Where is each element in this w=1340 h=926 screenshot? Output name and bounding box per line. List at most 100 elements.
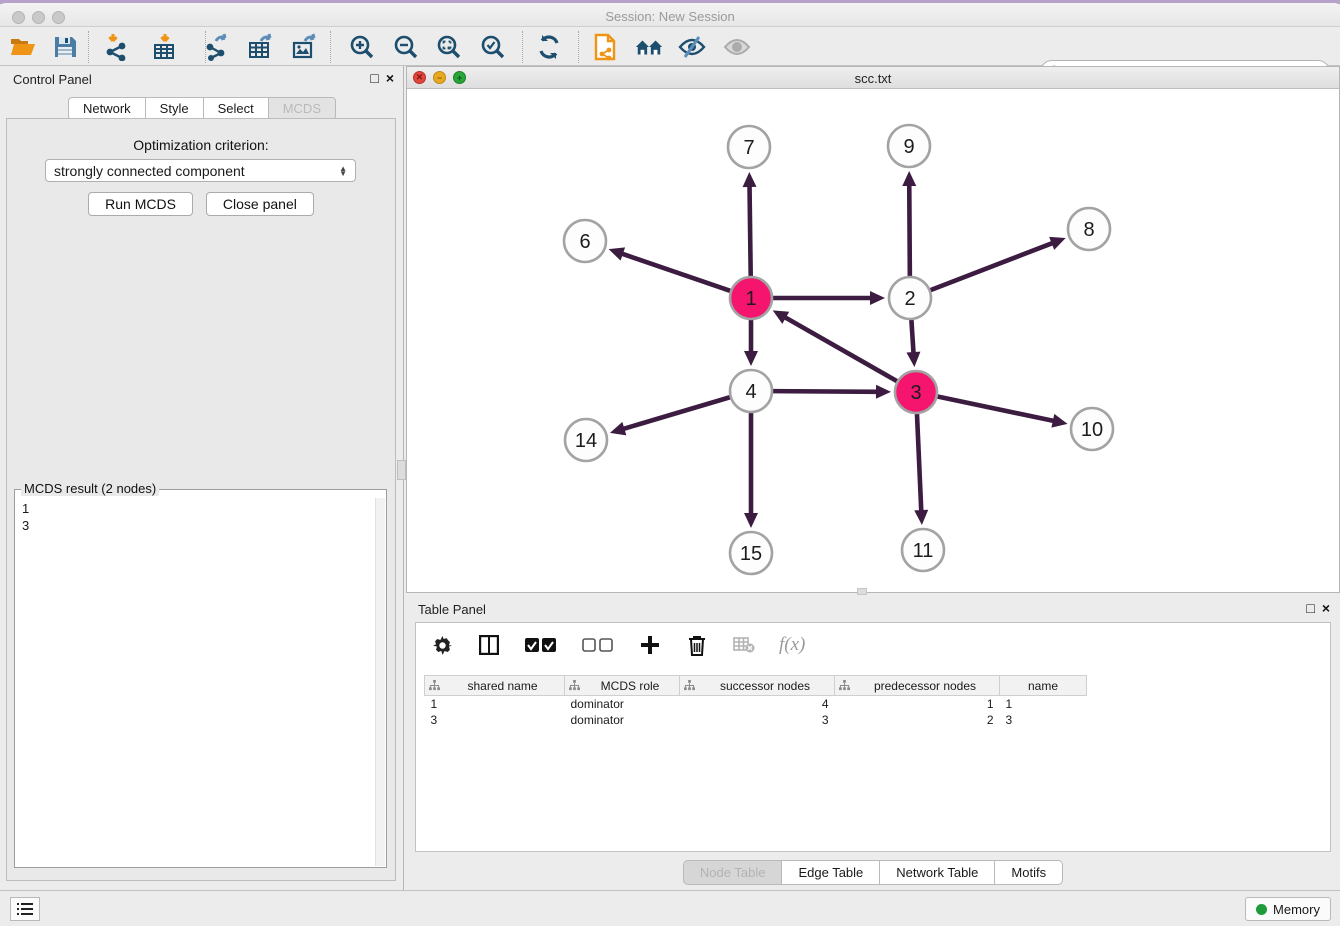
result-line: 3 (22, 517, 369, 534)
deselect-all-icon[interactable] (581, 633, 615, 657)
tab-edge-table[interactable]: Edge Table (781, 860, 879, 885)
graph-svg[interactable]: 7968124314101511 (407, 89, 1339, 592)
edge-1-6[interactable] (621, 253, 730, 291)
tab-select[interactable]: Select (203, 97, 268, 120)
horizontal-splitter-grabber[interactable] (857, 588, 867, 595)
toolbar-separator (330, 31, 331, 63)
column-header-shared-name[interactable]: shared name (425, 676, 565, 696)
node-label-10: 10 (1081, 419, 1103, 441)
edge-arrow-3-11 (914, 510, 928, 525)
dropdown-stepper-icon: ▲▼ (339, 166, 347, 176)
table-cell[interactable]: 3 (425, 712, 565, 728)
memory-button[interactable]: Memory (1245, 897, 1331, 921)
edge-arrow-1-4 (744, 351, 758, 366)
control-panel-tabs: NetworkStyleSelectMCDS (0, 97, 404, 120)
node-label-4: 4 (745, 381, 756, 403)
edge-2-9[interactable] (909, 184, 910, 276)
tab-node-table[interactable]: Node Table (683, 860, 782, 885)
table-cell[interactable]: 1 (835, 696, 1000, 712)
save-session-icon[interactable] (50, 33, 80, 61)
edge-3-10[interactable] (938, 397, 1055, 422)
export-network-icon[interactable] (203, 33, 233, 61)
run-mcds-button[interactable]: Run MCDS (88, 192, 193, 216)
float-table-panel-icon[interactable]: □ (1306, 599, 1314, 617)
table-tabs: Node TableEdge TableNetwork TableMotifs (406, 860, 1340, 885)
table-row[interactable]: 3dominator323 (425, 712, 1087, 728)
mcds-result-text[interactable]: 13 (16, 498, 375, 866)
close-panel-button[interactable]: Close panel (206, 192, 314, 216)
node-label-8: 8 (1083, 219, 1094, 241)
edge-4-3[interactable] (773, 391, 878, 392)
show-all-icon[interactable] (722, 33, 752, 61)
export-table-icon[interactable] (246, 33, 276, 61)
zoom-selected-icon[interactable] (478, 33, 508, 61)
table-row[interactable]: 1dominator411 (425, 696, 1087, 712)
table-cell[interactable]: 3 (1000, 712, 1087, 728)
edge-2-8[interactable] (931, 243, 1054, 290)
import-network-icon[interactable] (103, 33, 133, 61)
network-titlebar[interactable]: ✕ − + scc.txt (407, 67, 1339, 89)
hide-selected-icon[interactable] (677, 33, 707, 61)
table-cell[interactable]: 4 (680, 696, 835, 712)
node-label-11: 11 (913, 540, 934, 562)
table-cell[interactable]: 3 (680, 712, 835, 728)
edge-2-3[interactable] (911, 320, 913, 354)
zoom-in-icon[interactable] (347, 33, 377, 61)
table-panel: Table Panel □ × (406, 596, 1340, 890)
import-table-icon[interactable] (150, 33, 180, 61)
column-type-icon (839, 680, 850, 691)
table-cell[interactable]: 1 (425, 696, 565, 712)
result-scrollbar[interactable] (375, 498, 385, 866)
tab-style[interactable]: Style (145, 97, 203, 120)
edge-4-14[interactable] (622, 397, 729, 429)
table-toolbar: f(x) (416, 623, 1330, 667)
copy-network-icon[interactable] (590, 33, 620, 61)
column-header-predecessor-nodes[interactable]: predecessor nodes (835, 676, 1000, 696)
delete-table-icon[interactable] (732, 633, 756, 657)
tab-mcds[interactable]: MCDS (268, 97, 336, 120)
tab-network[interactable]: Network (68, 97, 145, 120)
zoom-out-icon[interactable] (391, 33, 421, 61)
criterion-dropdown[interactable]: strongly connected component ▲▼ (45, 159, 356, 182)
optimization-criterion-label: Optimization criterion: (7, 137, 395, 153)
select-all-icon[interactable] (524, 633, 558, 657)
splitter-grabber[interactable] (397, 460, 406, 480)
column-header-MCDS-role[interactable]: MCDS role (565, 676, 680, 696)
edge-1-7[interactable] (750, 185, 751, 276)
add-column-icon[interactable] (638, 633, 662, 657)
delete-column-icon[interactable] (685, 633, 709, 657)
toolbar-separator (522, 31, 523, 63)
column-type-icon (569, 680, 580, 691)
node-label-9: 9 (903, 136, 914, 158)
open-session-icon[interactable] (8, 33, 38, 61)
mcds-result-title: MCDS result (2 nodes) (21, 481, 159, 496)
column-header-name[interactable]: name (1000, 676, 1087, 696)
edge-3-1[interactable] (784, 317, 897, 381)
close-panel-icon[interactable]: × (386, 69, 394, 87)
criterion-value: strongly connected component (54, 163, 245, 179)
column-header-successor-nodes[interactable]: successor nodes (680, 676, 835, 696)
task-history-button[interactable] (10, 897, 40, 921)
export-image-icon[interactable] (290, 33, 320, 61)
memory-status-icon (1256, 904, 1267, 915)
first-neighbors-icon[interactable] (634, 33, 664, 61)
tab-network-table[interactable]: Network Table (879, 860, 994, 885)
edge-3-11[interactable] (917, 414, 921, 512)
function-builder-icon[interactable]: f(x) (779, 634, 805, 656)
edge-arrow-4-3 (876, 385, 891, 399)
network-view-window: ✕ − + scc.txt 7968124314101511 (406, 66, 1340, 593)
node-label-2: 2 (904, 288, 915, 310)
float-panel-icon[interactable]: □ (370, 69, 378, 87)
close-table-panel-icon[interactable]: × (1322, 599, 1330, 617)
apply-layout-icon[interactable] (534, 33, 564, 61)
table-cell[interactable]: dominator (565, 712, 680, 728)
tab-motifs[interactable]: Motifs (994, 860, 1063, 885)
table-cell[interactable]: dominator (565, 696, 680, 712)
show-columns-icon[interactable] (477, 633, 501, 657)
table-settings-icon[interactable] (430, 633, 454, 657)
column-type-icon (684, 680, 695, 691)
table-cell[interactable]: 1 (1000, 696, 1087, 712)
edge-arrow-1-7 (743, 172, 757, 187)
zoom-fit-icon[interactable] (434, 33, 464, 61)
table-cell[interactable]: 2 (835, 712, 1000, 728)
